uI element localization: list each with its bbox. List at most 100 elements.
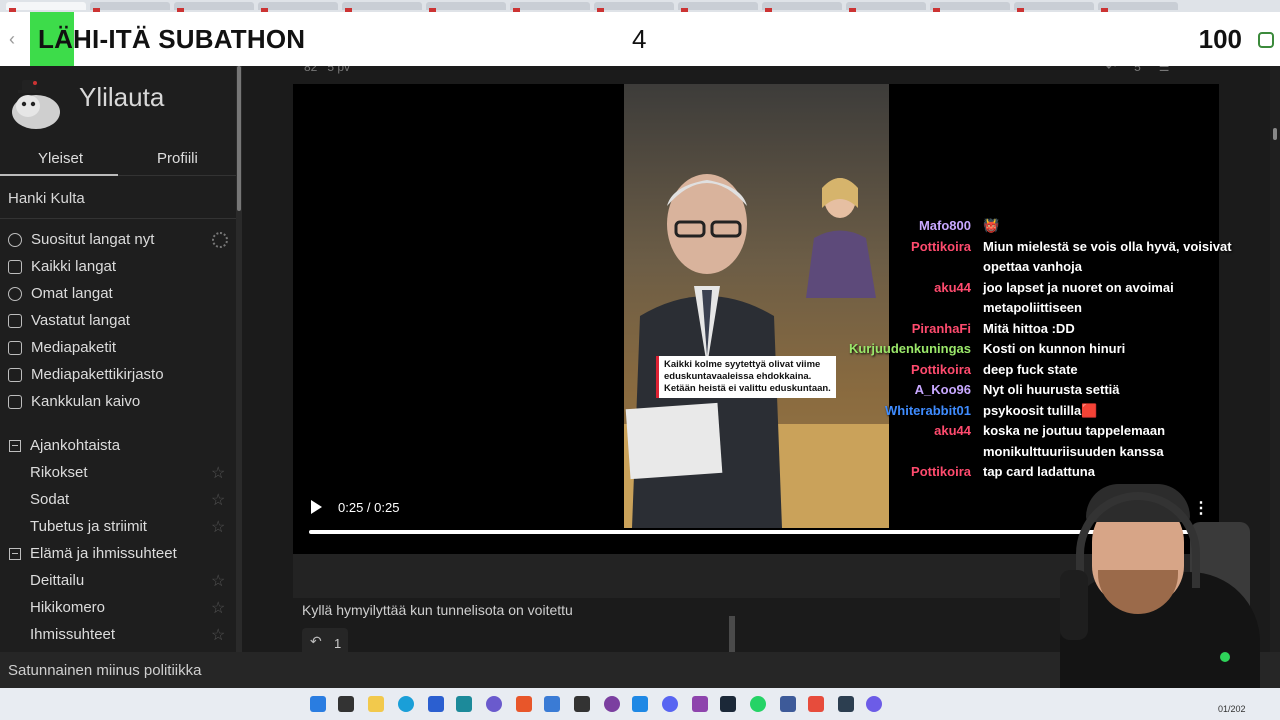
board-label: Deittailu xyxy=(30,572,85,589)
sidebar-item-kankkulan-kaivo[interactable]: Kankkulan kaivo xyxy=(0,388,236,415)
star-icon[interactable]: ☆ xyxy=(211,517,225,537)
chat-username: Kurjuudenkuningas xyxy=(848,341,971,356)
panel-icon xyxy=(1258,32,1274,48)
star-icon[interactable]: ☆ xyxy=(211,571,225,591)
sidebar-item-label: Mediapakettikirjasto xyxy=(31,366,164,383)
tab-profile[interactable]: Profiili xyxy=(157,150,198,167)
category-header[interactable]: Ajankohtaista xyxy=(0,432,236,459)
save-icon[interactable] xyxy=(780,696,796,712)
star-icon[interactable]: ☆ xyxy=(211,490,225,510)
chat-text: Miun mielestä se vois olla hyvä, voisiva… xyxy=(983,238,1232,275)
tab-general[interactable]: Yleiset xyxy=(38,150,83,167)
sidebar-item-own-threads[interactable]: Omat langat xyxy=(0,280,236,307)
video-caption: Kaikki kolme syytettyä olivat viime edus… xyxy=(656,356,836,398)
star-icon[interactable]: ☆ xyxy=(211,598,225,618)
sidebar: Ylilauta Yleiset Profiili Hanki Kulta Su… xyxy=(0,66,236,652)
chat-message: A_Koo96 Nyt oli huurusta settiä xyxy=(825,380,1275,401)
gear-icon[interactable] xyxy=(212,231,228,248)
microphone xyxy=(1060,570,1088,640)
ylilauta-logo[interactable] xyxy=(6,74,68,134)
divider xyxy=(0,218,236,219)
category-label: Elämä ja ihmissuhteet xyxy=(30,545,177,562)
play-icon[interactable] xyxy=(311,500,322,514)
edge-icon[interactable] xyxy=(398,696,414,712)
collapse-icon xyxy=(9,547,21,560)
notepad-icon[interactable] xyxy=(544,696,560,712)
sidebar-item-media-library[interactable]: Mediapakettikirjasto xyxy=(0,361,236,388)
browser-tab[interactable] xyxy=(90,2,170,15)
scrollbar-thumb[interactable] xyxy=(237,66,241,211)
scrollbar-thumb[interactable] xyxy=(1273,128,1277,140)
app3-icon[interactable] xyxy=(838,696,854,712)
chat-text: psykoosit tulilla🟥 xyxy=(983,402,1098,418)
browser-tab[interactable] xyxy=(174,2,254,15)
category-header[interactable]: Elämä ja ihmissuhteet xyxy=(0,540,236,567)
brave-icon[interactable] xyxy=(516,696,532,712)
board-label: Tubetus ja striimit xyxy=(30,518,147,535)
banner-count: 4 xyxy=(632,24,647,54)
taskbar-clock[interactable]: 01/202 xyxy=(1218,704,1246,714)
sidebar-item-all-threads[interactable]: Kaikki langat xyxy=(0,253,236,280)
site-name: Ylilauta xyxy=(79,82,165,112)
browser-tab[interactable] xyxy=(1014,2,1094,15)
start-icon[interactable] xyxy=(310,696,326,712)
chat-message: PiranhaFi Mitä hittoa :DD xyxy=(825,319,1275,340)
board-item[interactable]: Sodat ☆ xyxy=(0,486,236,513)
browser-tab[interactable] xyxy=(1098,2,1178,15)
video-time: 0:25 / 0:25 xyxy=(338,500,400,515)
board-item[interactable]: Ihmissuhteet ☆ xyxy=(0,621,236,648)
obs-icon[interactable] xyxy=(604,696,620,712)
browser-tab[interactable] xyxy=(594,2,674,15)
banner-title: LÄHI-ITÄ SUBATHON xyxy=(38,23,306,54)
vscode-icon[interactable] xyxy=(632,696,648,712)
sidebar-item-popular[interactable]: Suositut langat nyt xyxy=(0,226,236,253)
browser-tab[interactable] xyxy=(846,2,926,15)
browser-tab[interactable] xyxy=(510,2,590,15)
board-item[interactable]: Rikokset ☆ xyxy=(0,459,236,486)
browser-tab[interactable] xyxy=(426,2,506,15)
browser-tab[interactable] xyxy=(930,2,1010,15)
chat-message: Pottikoira deep fuck state xyxy=(825,360,1275,381)
chat-text: 👹 xyxy=(983,218,1000,233)
chat-username: aku44 xyxy=(934,279,971,295)
browser-tab[interactable] xyxy=(342,2,422,15)
papers xyxy=(625,402,723,480)
visualstudio-icon[interactable] xyxy=(692,696,708,712)
snip-icon[interactable] xyxy=(456,696,472,712)
chat-text: koska ne joutuu tappelemaan monikulttuur… xyxy=(983,423,1166,459)
app-icon[interactable] xyxy=(662,696,678,712)
chat-icon xyxy=(8,286,22,301)
chat-username: Mafo800 xyxy=(918,218,971,233)
board-item[interactable]: Tubetus ja striimit ☆ xyxy=(0,513,236,540)
sidebar-item-replied-threads[interactable]: Vastatut langat xyxy=(0,307,236,334)
random-thread-link[interactable]: Satunnainen miinus politiikka xyxy=(8,662,201,679)
star-icon[interactable]: ☆ xyxy=(211,463,225,483)
browser-tab[interactable] xyxy=(6,2,86,15)
board-item[interactable]: Hikikomero ☆ xyxy=(0,594,236,621)
terminal-icon[interactable] xyxy=(574,696,590,712)
taskview-icon[interactable] xyxy=(338,696,354,712)
store-icon[interactable] xyxy=(428,696,444,712)
browser-tab[interactable] xyxy=(678,2,758,15)
well-icon xyxy=(8,394,22,409)
app4-icon[interactable] xyxy=(866,696,882,712)
chat-text: Kosti on kunnon hinuri xyxy=(983,341,1126,356)
discord-icon[interactable] xyxy=(486,696,502,712)
back-chevron-icon[interactable]: ‹ xyxy=(0,12,24,66)
chat-message: Mafo800 👹 xyxy=(825,216,1275,237)
star-icon[interactable]: ☆ xyxy=(211,625,225,645)
sidebar-toggle[interactable] xyxy=(1254,12,1280,66)
list-icon xyxy=(8,259,22,274)
chat-message: Whiterabbit01 psykoosit tulilla🟥 xyxy=(825,401,1275,422)
sidebar-item-label: Omat langat xyxy=(31,285,113,302)
folder-icon[interactable] xyxy=(368,696,384,712)
steam-icon[interactable] xyxy=(720,696,736,712)
whatsapp-icon[interactable] xyxy=(750,696,766,712)
app2-icon[interactable] xyxy=(808,696,824,712)
browser-tab[interactable] xyxy=(762,2,842,15)
browser-tab[interactable] xyxy=(258,2,338,15)
chat-message: Kurjuudenkuningas Kosti on kunnon hinuri xyxy=(825,339,1275,360)
board-item[interactable]: Deittailu ☆ xyxy=(0,567,236,594)
get-gold-link[interactable]: Hanki Kulta xyxy=(8,190,85,207)
sidebar-item-media-packs[interactable]: Mediapaketit xyxy=(0,334,236,361)
